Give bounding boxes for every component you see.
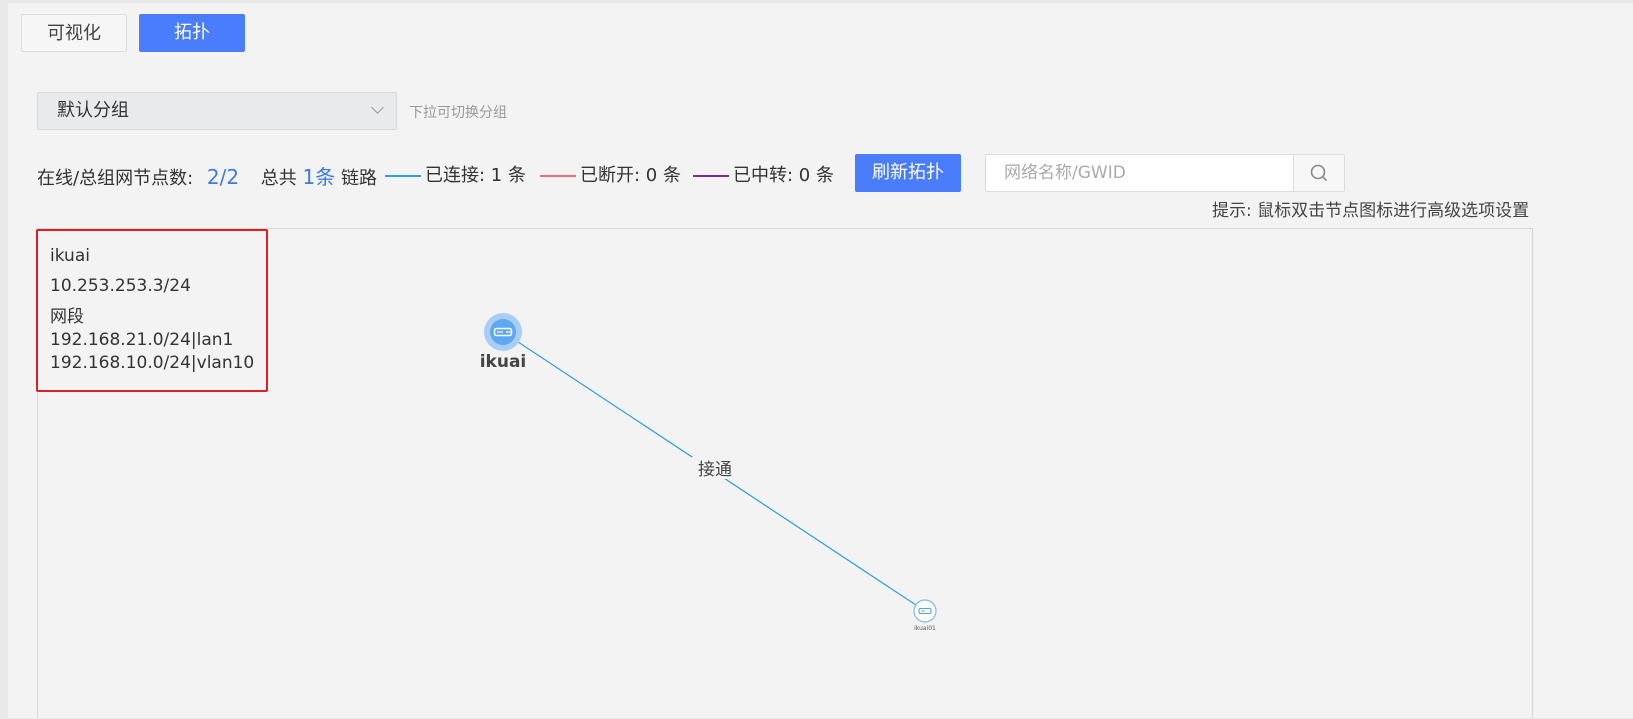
- node-label-ikuai01: ikuai01: [914, 625, 936, 632]
- node-info-panel: ikuai 10.253.253.3/24 网段 192.168.21.0/24…: [36, 229, 268, 392]
- total-label: 总共: [260, 168, 297, 189]
- topology-page: 可视化 拓扑 默认分组 下拉可切换分组 在线/总组网节点数: 2/2 总共 1条…: [8, 3, 1633, 718]
- links-label: 链路: [341, 168, 377, 189]
- legend-connected-label: 已连接: 1 条: [425, 165, 526, 186]
- legend-relayed: 已中转: 0 条: [693, 161, 834, 187]
- group-select-hint: 下拉可切换分组: [409, 105, 507, 121]
- legend-connected: 已连接: 1 条: [385, 161, 526, 187]
- node-label-ikuai: ikuai: [480, 352, 527, 372]
- group-select-value: 默认分组: [57, 100, 129, 121]
- search-box: [985, 154, 1345, 192]
- node-stats: 在线/总组网节点数: 2/2 总共 1条 链路: [37, 161, 377, 190]
- group-select[interactable]: 默认分组: [37, 92, 397, 130]
- search-input[interactable]: [986, 155, 1294, 191]
- info-node-name: ikuai: [50, 246, 90, 266]
- tip-text: 提示: 鼠标双击节点图标进行高级选项设置: [1212, 201, 1530, 221]
- tab-visualization[interactable]: 可视化: [21, 14, 127, 52]
- legend-disconnected-line: [540, 175, 576, 177]
- legend-relayed-line: [693, 175, 729, 177]
- link-label: 接通: [698, 460, 732, 480]
- nodes-label: 在线/总组网节点数:: [37, 168, 194, 189]
- nodes-value: 2/2: [206, 165, 240, 189]
- refresh-topology-button[interactable]: 刷新拓扑: [855, 154, 961, 192]
- total-value: 1条: [302, 165, 336, 189]
- chevron-down-icon: [371, 101, 384, 114]
- info-segment-item: 192.168.10.0/24|vlan10: [50, 353, 255, 373]
- legend-connected-line: [385, 175, 421, 177]
- search-icon: [1310, 164, 1327, 181]
- legend-disconnected-label: 已断开: 0 条: [580, 165, 681, 186]
- info-node-ip: 10.253.253.3/24: [50, 276, 191, 296]
- legend-relayed-label: 已中转: 0 条: [733, 165, 834, 186]
- node-ikuai01[interactable]: ikuai01: [913, 599, 937, 632]
- info-segment-item: 192.168.21.0/24|lan1: [50, 330, 234, 350]
- legend-disconnected: 已断开: 0 条: [540, 161, 681, 187]
- tab-topology[interactable]: 拓扑: [139, 14, 245, 52]
- info-segment-title: 网段: [50, 307, 84, 327]
- search-button[interactable]: [1293, 155, 1344, 191]
